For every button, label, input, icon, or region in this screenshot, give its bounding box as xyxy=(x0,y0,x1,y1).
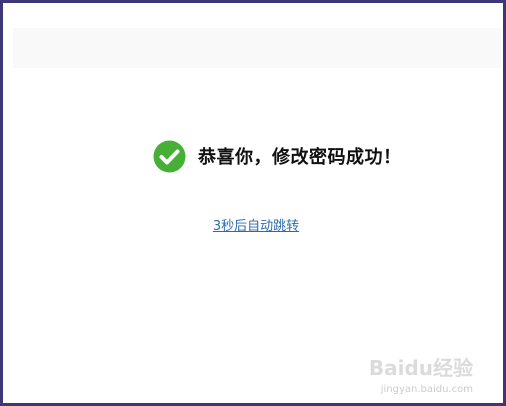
watermark-logo: Baidu经验 xyxy=(369,352,473,381)
page-frame: 恭喜你，修改密码成功！ 3秒后自动跳转 Baidu经验 jingyan.baid… xyxy=(0,0,506,406)
check-circle-icon xyxy=(153,140,186,172)
success-message: 恭喜你，修改密码成功！ xyxy=(153,139,402,173)
success-text: 恭喜你，修改密码成功！ xyxy=(198,147,402,168)
watermark-logo-text: Baidu经验 xyxy=(368,356,473,380)
redirect-link[interactable]: 3秒后自动跳转 xyxy=(3,215,506,234)
top-bar xyxy=(13,28,501,68)
watermark-url: jingyan.baidu.com xyxy=(380,384,473,395)
